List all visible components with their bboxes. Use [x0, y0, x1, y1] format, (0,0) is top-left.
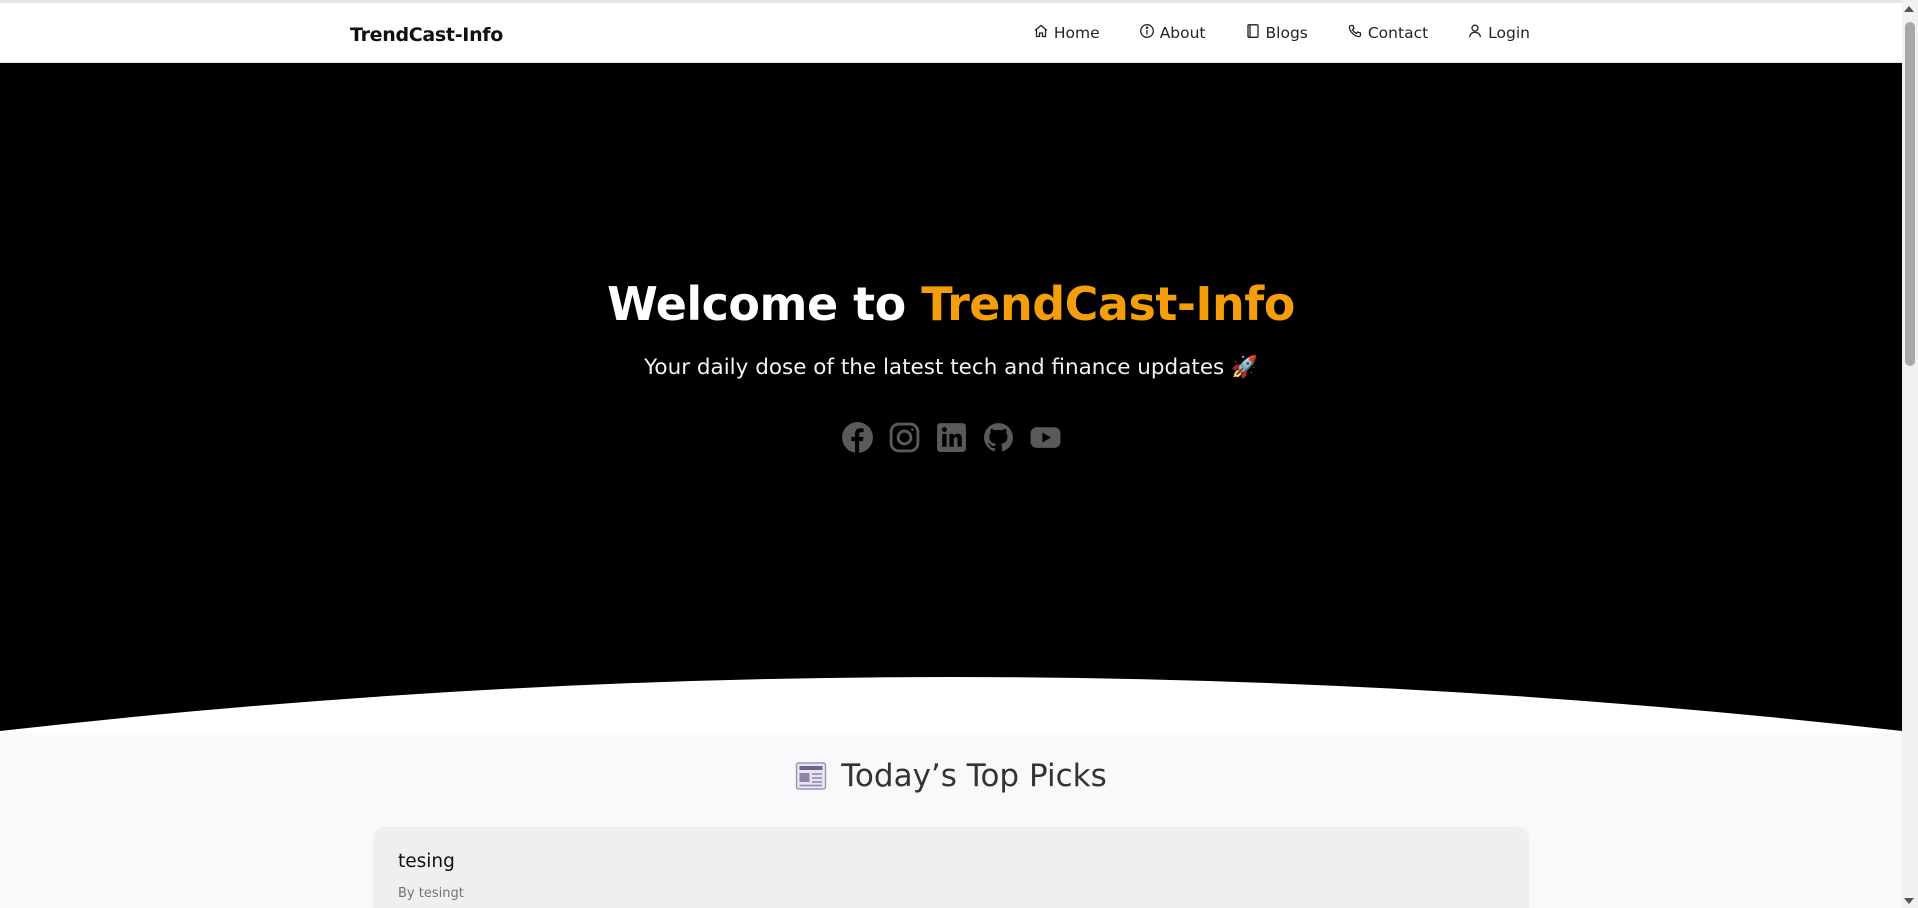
newspaper-icon: [795, 761, 827, 791]
scrollbar-thumb[interactable]: [1905, 22, 1915, 366]
info-icon: [1139, 23, 1155, 43]
github-icon[interactable]: [982, 421, 1015, 454]
vertical-scrollbar[interactable]: [1902, 0, 1918, 908]
user-icon: [1467, 23, 1483, 43]
facebook-icon[interactable]: [841, 421, 874, 454]
article-author: By tesingt: [398, 886, 464, 901]
home-icon: [1033, 23, 1049, 43]
nav-links: Home About Blogs Contact Login: [994, 23, 1530, 43]
phone-icon: [1347, 23, 1363, 43]
nav-home[interactable]: Home: [1033, 23, 1100, 43]
instagram-icon[interactable]: [888, 421, 921, 454]
nav-about[interactable]: About: [1139, 23, 1206, 43]
article-title[interactable]: tesing: [398, 851, 455, 872]
scroll-down-arrow-icon[interactable]: [1904, 898, 1914, 904]
nav-login[interactable]: Login: [1467, 23, 1530, 43]
nav-blogs-label: Blogs: [1265, 24, 1308, 42]
nav-contact-label: Contact: [1367, 24, 1429, 42]
nav-about-label: About: [1159, 24, 1206, 42]
hero-title-accent: TrendCast-Info: [921, 277, 1295, 331]
linkedin-icon[interactable]: [935, 421, 968, 454]
hero-subtitle: Your daily dose of the latest tech and f…: [644, 355, 1258, 380]
navbar: TrendCast-Info Home About Blogs Contact: [0, 3, 1902, 63]
hero-title: Welcome to TrendCast-Info: [0, 277, 1902, 331]
brand-logo[interactable]: TrendCast-Info: [350, 24, 503, 46]
youtube-icon[interactable]: [1029, 421, 1062, 454]
nav-blogs[interactable]: Blogs: [1245, 23, 1308, 43]
section-heading: Today’s Top Picks: [0, 758, 1902, 794]
nav-contact[interactable]: Contact: [1347, 23, 1428, 43]
article-card[interactable]: tesing By tesingt: [373, 827, 1529, 908]
social-links: [0, 421, 1902, 454]
scroll-up-arrow-icon[interactable]: [1904, 6, 1914, 12]
hero-title-prefix: Welcome to: [607, 277, 922, 331]
section-heading-label: Today’s Top Picks: [841, 758, 1107, 794]
hero-section: Welcome to TrendCast-Info Your daily dos…: [0, 63, 1902, 733]
hero-wave-divider: [0, 677, 1902, 733]
nav-home-label: Home: [1053, 24, 1100, 42]
book-icon: [1245, 23, 1261, 43]
nav-login-label: Login: [1488, 24, 1530, 42]
